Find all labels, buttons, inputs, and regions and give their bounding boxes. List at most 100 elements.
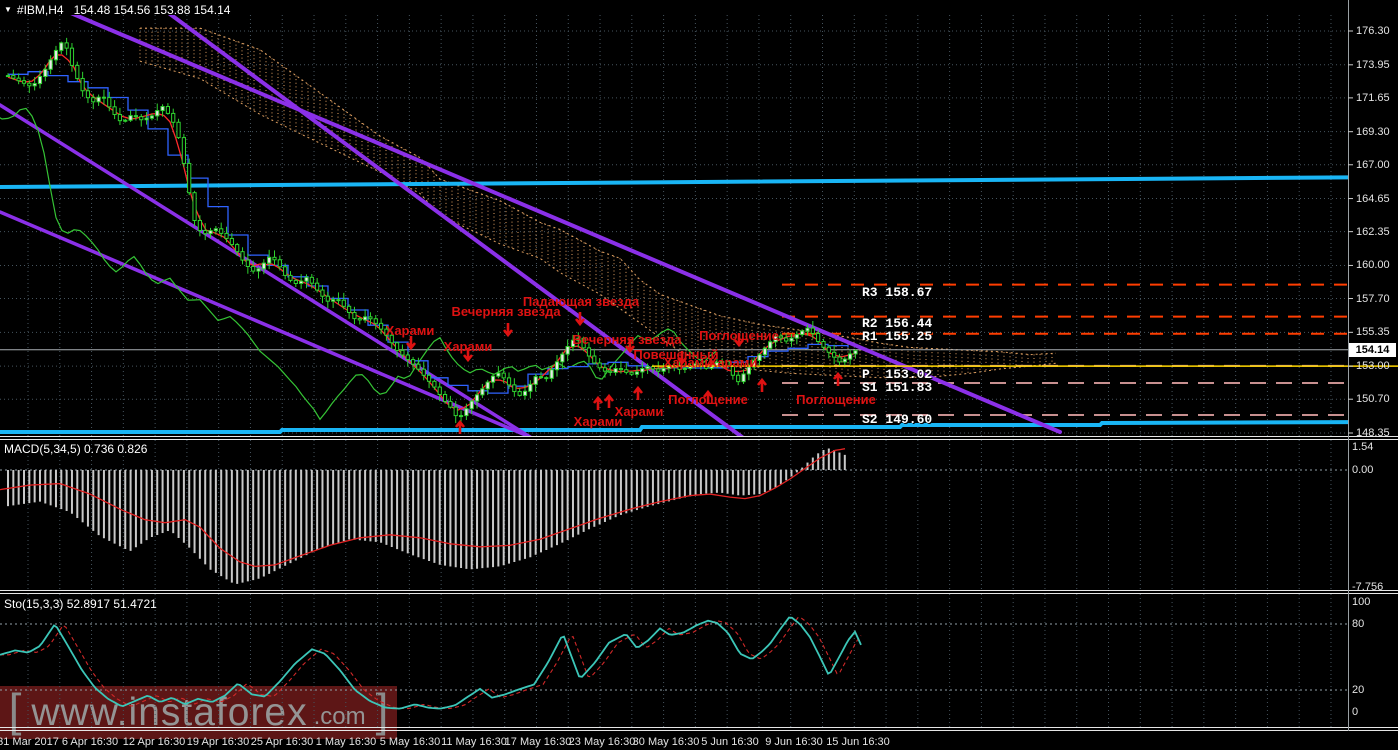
candle-bear xyxy=(245,259,250,267)
candle-bear xyxy=(544,377,549,380)
candle-bear xyxy=(389,334,394,344)
up-arrow-marker[interactable] xyxy=(592,395,604,410)
tenkan-sen-line xyxy=(7,54,855,411)
candle-bull xyxy=(128,115,133,121)
candle-bear xyxy=(176,121,181,139)
candle-bull xyxy=(714,362,719,366)
candle-bear xyxy=(16,77,21,82)
down-arrow-marker[interactable] xyxy=(733,333,745,348)
candle-bull xyxy=(155,110,160,117)
candle-bull xyxy=(554,361,560,371)
candle-bull xyxy=(762,347,767,356)
down-arrow-marker[interactable] xyxy=(502,323,514,338)
candle-bear xyxy=(64,42,69,49)
candle-bear xyxy=(512,384,517,393)
purple-3-trendline[interactable] xyxy=(0,103,532,437)
candle-bull xyxy=(213,228,218,232)
candle-bear xyxy=(394,342,400,351)
up-arrow-marker[interactable] xyxy=(632,385,644,400)
candle-bear xyxy=(736,374,741,383)
candle-bear xyxy=(341,299,346,307)
candle-bull xyxy=(576,337,581,341)
candle-bear xyxy=(11,75,16,79)
candle-bear xyxy=(826,346,831,353)
candle-bear xyxy=(618,368,624,371)
candle-bear xyxy=(624,369,629,373)
candle-bear xyxy=(442,394,448,402)
candle-bear xyxy=(538,376,544,379)
candle-bull xyxy=(565,345,570,355)
candle-bull xyxy=(149,115,155,119)
candle-bear xyxy=(506,377,512,386)
candle-bear xyxy=(133,115,139,118)
candle-bull xyxy=(842,358,847,363)
candle-bull xyxy=(789,337,794,342)
candle-bear xyxy=(187,162,192,194)
candle-bull xyxy=(522,390,528,396)
candle-bull xyxy=(853,350,858,355)
candle-bear xyxy=(181,137,186,164)
up-arrow-marker[interactable] xyxy=(756,377,768,392)
candle-bear xyxy=(325,295,330,302)
sto-main-line xyxy=(0,616,862,710)
candle-bear xyxy=(235,244,240,253)
candle-bull xyxy=(53,49,59,61)
candle-bull xyxy=(682,367,688,370)
candle-bear xyxy=(384,328,389,336)
candle-bear xyxy=(27,82,32,87)
candle-bull xyxy=(800,330,805,336)
candle-bear xyxy=(229,237,234,246)
candle-bull xyxy=(480,388,485,396)
candle-bear xyxy=(277,259,282,268)
candle-bull xyxy=(794,334,799,339)
candle-bear xyxy=(416,363,421,370)
candle-bear xyxy=(379,322,384,330)
candle-bull xyxy=(469,400,474,410)
candle-bull xyxy=(43,68,48,77)
candle-bear xyxy=(837,356,842,363)
candle-bear xyxy=(778,335,783,339)
candle-bear xyxy=(629,371,634,375)
candle-bull xyxy=(645,366,650,370)
candle-bull xyxy=(613,368,618,373)
candle-bear xyxy=(251,265,256,272)
candle-bear xyxy=(656,368,661,372)
candle-bull xyxy=(261,262,266,270)
candle-bear xyxy=(315,282,320,291)
sto-panel[interactable] xyxy=(0,594,1348,728)
candle-bear xyxy=(112,106,117,116)
candle-bull xyxy=(805,327,810,332)
candle-bear xyxy=(501,372,506,379)
up-arrow-marker[interactable] xyxy=(603,393,615,408)
candle-bear xyxy=(117,114,123,122)
candle-bear xyxy=(139,116,144,121)
candle-bull xyxy=(59,42,64,51)
candle-bull xyxy=(570,339,576,347)
candle-bull xyxy=(32,83,37,87)
candle-bull xyxy=(5,75,11,78)
candle-bull xyxy=(485,381,490,390)
candle-bull xyxy=(96,96,101,103)
down-arrow-marker[interactable] xyxy=(676,351,688,366)
candle-bear xyxy=(75,64,80,79)
up-arrow-marker[interactable] xyxy=(832,371,844,386)
candle-bear xyxy=(21,80,27,84)
candle-bear xyxy=(91,97,96,103)
cyan-support-line[interactable] xyxy=(0,420,1398,434)
macd-panel[interactable] xyxy=(0,440,1348,590)
candle-bull xyxy=(757,354,762,362)
up-arrow-marker[interactable] xyxy=(702,389,714,404)
candle-bear xyxy=(320,289,325,297)
candle-bear xyxy=(448,400,453,408)
chart-canvas[interactable] xyxy=(0,0,1398,750)
main-panel[interactable] xyxy=(0,0,1398,437)
candle-bear xyxy=(224,232,229,239)
candle-bear xyxy=(405,354,410,361)
candle-bear xyxy=(453,406,458,417)
candle-bear xyxy=(197,219,202,232)
cyan-resistance-line[interactable] xyxy=(0,175,1398,189)
candle-bear xyxy=(85,90,91,99)
candle-bear xyxy=(421,368,426,376)
candle-bull xyxy=(496,372,501,377)
candle-bear xyxy=(810,327,815,334)
